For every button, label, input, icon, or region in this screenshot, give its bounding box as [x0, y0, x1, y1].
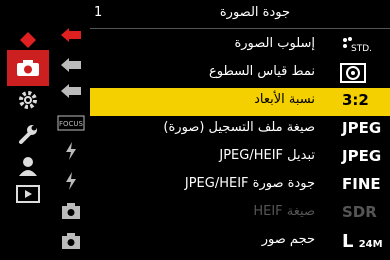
- metering-icon: [340, 63, 366, 87]
- setting-row-aspect-ratio[interactable]: نسبة الأبعاد 3:2: [90, 88, 390, 116]
- camera-tab[interactable]: [7, 50, 49, 86]
- page-number: 1: [94, 5, 103, 20]
- setting-value: JPEG: [342, 119, 382, 137]
- flash-subtab-icon[interactable]: [56, 140, 86, 162]
- focus-subtab-icon[interactable]: FOCUS: [56, 112, 86, 134]
- photo-style-value: STD.: [351, 44, 372, 54]
- photo-style-std-icon: STD.: [340, 35, 374, 59]
- gear-icon: [19, 91, 37, 109]
- setting-label: تبديل JPEG/HEIF: [219, 148, 315, 163]
- setting-label: حجم صور: [261, 232, 315, 247]
- setting-label: صيغة ملف التسجيل (صورة): [163, 120, 315, 135]
- setting-row-metering[interactable]: نمط قياس السطوع: [90, 60, 390, 88]
- sub-tab-column: FOCUS: [52, 0, 88, 260]
- person-icon: [19, 157, 37, 176]
- setting-label: نمط قياس السطوع: [208, 64, 315, 79]
- setting-value: L 24M: [342, 231, 383, 252]
- setting-value: JPEG: [342, 147, 382, 165]
- camera-icon: [17, 60, 39, 76]
- subtab-2-icon[interactable]: [56, 54, 86, 76]
- main-tab-column: [0, 0, 50, 260]
- settings-list: 1 جودة الصورة إسلوب الصورة STD. نمط قياس…: [90, 0, 390, 260]
- setting-row-heif-format: صيغة HEIF SDR: [90, 200, 390, 228]
- wrench-icon: [19, 125, 37, 144]
- setting-label: صيغة HEIF: [253, 204, 315, 219]
- camera-subtab-icon[interactable]: [56, 200, 86, 222]
- playback-tab[interactable]: [7, 176, 49, 212]
- setting-row-image-quality[interactable]: جودة صورة JPEG/HEIF FINE: [90, 172, 390, 200]
- flash2-subtab-icon[interactable]: [56, 170, 86, 192]
- wrench-tab[interactable]: [7, 116, 49, 152]
- menu-screen: FOCUS 1 جودة الصورة إسلوب الصورة STD. نم…: [0, 0, 390, 260]
- setting-value: 3:2: [342, 91, 369, 109]
- picture-size-megapixels: 24M: [358, 239, 383, 250]
- setting-row-picture-size[interactable]: حجم صور L 24M: [90, 228, 390, 256]
- menu-header: 1 جودة الصورة: [90, 0, 390, 29]
- focus-subtab-label: FOCUS: [59, 120, 84, 128]
- page-title: جودة الصورة: [219, 5, 290, 20]
- playback-icon: [16, 185, 40, 203]
- setting-value: SDR: [342, 203, 377, 221]
- photo-quality-subtab-icon[interactable]: [56, 24, 86, 46]
- setting-row-jpeg-heif-switch[interactable]: تبديل JPEG/HEIF JPEG: [90, 144, 390, 172]
- setting-label: جودة صورة JPEG/HEIF: [184, 176, 315, 191]
- picture-size-letter: L: [342, 231, 354, 252]
- setting-label: نسبة الأبعاد: [254, 92, 315, 107]
- subtab-3-icon[interactable]: [56, 80, 86, 102]
- camera2-subtab-icon[interactable]: [56, 230, 86, 252]
- gear-tab[interactable]: [7, 82, 49, 118]
- setting-row-photo-style[interactable]: إسلوب الصورة STD.: [90, 32, 390, 60]
- setting-label: إسلوب الصورة: [234, 36, 315, 51]
- setting-row-file-format[interactable]: صيغة ملف التسجيل (صورة) JPEG: [90, 116, 390, 144]
- setting-value: FINE: [342, 175, 381, 193]
